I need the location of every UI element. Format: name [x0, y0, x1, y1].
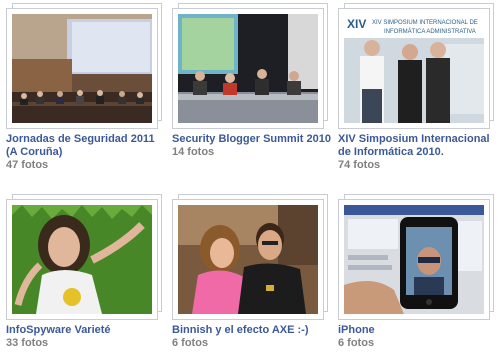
- album-cover-stack[interactable]: [338, 194, 498, 320]
- photo-count: 14 fotos: [172, 146, 215, 158]
- album-title[interactable]: Security Blogger Summit 2010 14 fotos: [172, 133, 332, 159]
- iphone-photo[interactable]: [344, 205, 484, 314]
- photo-count: 33 fotos: [6, 337, 49, 349]
- album-title[interactable]: iPhone 6 fotos: [338, 324, 498, 350]
- album-title[interactable]: Jornadas de Seguridad 2011 (A Coruña) 47…: [6, 133, 166, 172]
- woman-on-grass-photo[interactable]: [12, 205, 152, 314]
- photo-count: 74 fotos: [338, 159, 381, 171]
- panel-discussion-photo[interactable]: [178, 14, 318, 123]
- banner-xiv-text: XIV: [347, 17, 366, 31]
- album-cover-stack[interactable]: [172, 3, 332, 129]
- album-cover-stack[interactable]: [172, 194, 332, 320]
- photo-count: 6 fotos: [338, 337, 375, 349]
- album-cover-stack[interactable]: XIV XIV SIMPOSIUM INTERNACIONAL DE INFOR…: [338, 3, 498, 129]
- photo-count: 47 fotos: [6, 159, 49, 171]
- album-title[interactable]: XIV Simposium Internacional de Informáti…: [338, 133, 498, 172]
- album-title[interactable]: InfoSpyware Varieté 33 fotos: [6, 324, 166, 350]
- album-jornadas-seguridad: Jornadas de Seguridad 2011 (A Coruña) 47…: [6, 3, 166, 173]
- group-portrait-photo[interactable]: XIV XIV SIMPOSIUM INTERNACIONAL DE INFOR…: [344, 14, 484, 123]
- album-cover-stack[interactable]: [6, 3, 166, 129]
- album-security-blogger-summit: Security Blogger Summit 2010 14 fotos: [172, 3, 332, 173]
- album-title[interactable]: Binnish y el efecto AXE :-) 6 fotos: [172, 324, 332, 350]
- photo-count: 6 fotos: [172, 337, 209, 349]
- album-cover-stack[interactable]: [6, 194, 166, 320]
- album-infospyware-variete: InfoSpyware Varieté 33 fotos: [6, 194, 166, 364]
- album-xiv-simposium: XIV XIV SIMPOSIUM INTERNACIONAL DE INFOR…: [338, 3, 498, 173]
- couple-photo[interactable]: [178, 205, 318, 314]
- banner-line2-text: INFORMÁTICA ADMINISTRATIVA: [384, 28, 476, 35]
- album-iphone: iPhone 6 fotos: [338, 194, 498, 364]
- conference-room-photo[interactable]: [12, 14, 152, 123]
- banner-line1-text: XIV SIMPOSIUM INTERNACIONAL DE: [372, 20, 478, 26]
- album-binnish-efecto-axe: Binnish y el efecto AXE :-) 6 fotos: [172, 194, 332, 364]
